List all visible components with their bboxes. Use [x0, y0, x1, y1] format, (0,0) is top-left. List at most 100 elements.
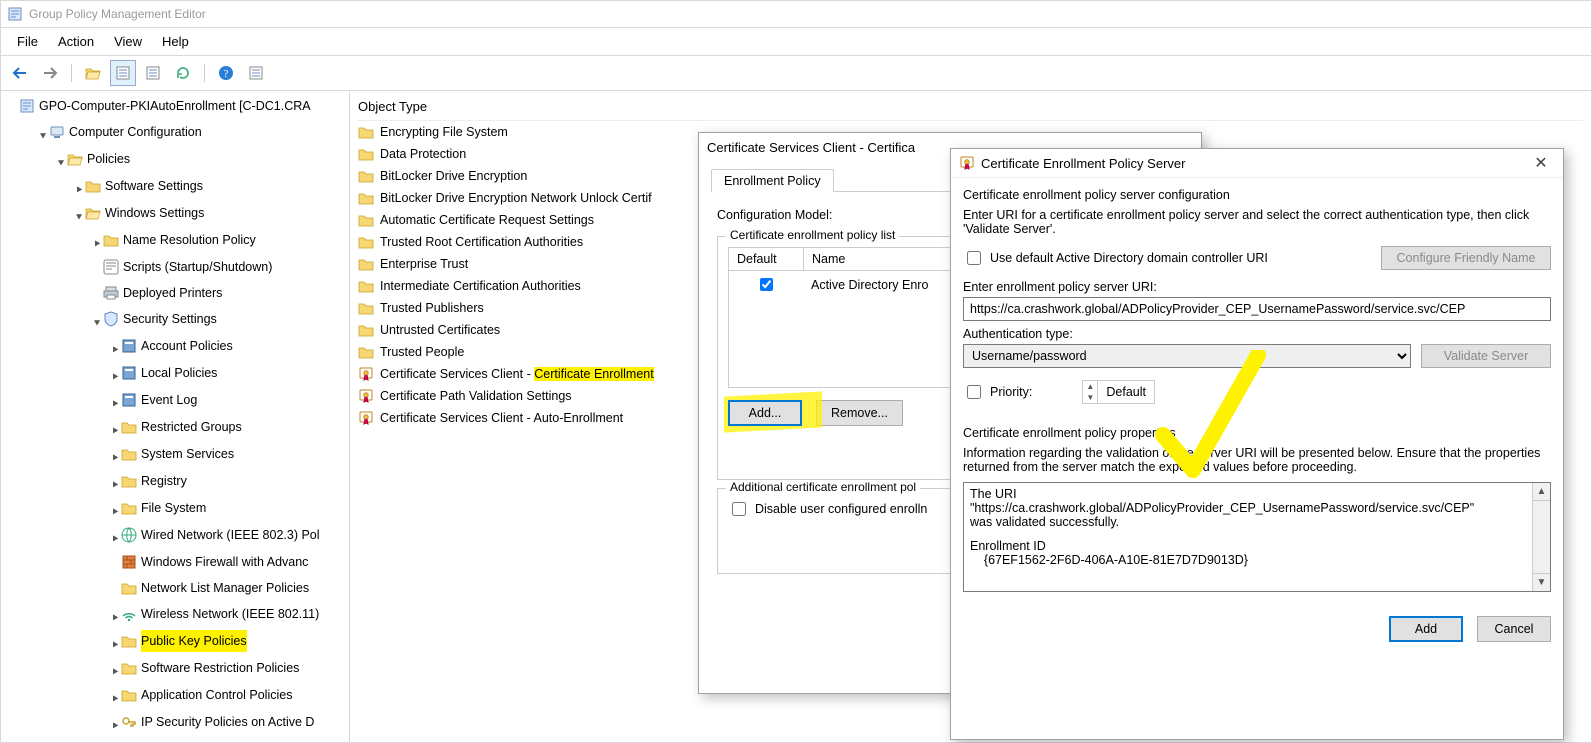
- config-instructions: Enter URI for a certificate enrollment p…: [963, 208, 1551, 236]
- spinner-down-icon[interactable]: ▼: [1083, 392, 1097, 403]
- tree-file-system[interactable]: File System: [121, 497, 206, 519]
- folder-icon: [358, 168, 374, 184]
- dialog-cert-enrollment-policy-server: Certificate Enrollment Policy Server ✕ C…: [950, 148, 1564, 740]
- configure-friendly-name-button[interactable]: Configure Friendly Name: [1381, 246, 1551, 270]
- expand-icon[interactable]: ⯆: [37, 126, 49, 148]
- cert-icon: [959, 155, 975, 171]
- scroll-up-icon[interactable]: ▲: [1533, 483, 1550, 501]
- auth-type-select[interactable]: Username/password: [963, 344, 1411, 368]
- tree-public-key-policies[interactable]: Public Key Policies: [121, 630, 247, 652]
- priority-spinner[interactable]: ▲▼ Default: [1082, 380, 1155, 404]
- uri-input[interactable]: [963, 297, 1551, 321]
- list-item-label: BitLocker Drive Encryption: [380, 169, 527, 183]
- tree-application-control[interactable]: Application Control Policies: [121, 684, 292, 706]
- list-item-label: Encrypting File System: [380, 125, 508, 139]
- validate-server-button[interactable]: Validate Server: [1421, 344, 1551, 368]
- expand-icon[interactable]: ⯈: [91, 234, 103, 256]
- tree-event-log[interactable]: Event Log: [121, 389, 197, 411]
- expand-icon[interactable]: ⯈: [109, 421, 121, 443]
- expand-icon[interactable]: ⯈: [109, 662, 121, 684]
- app-icon: [7, 6, 23, 22]
- show-hide-tree-button[interactable]: [110, 60, 136, 86]
- dialog-title-bar[interactable]: Certificate Enrollment Policy Server ✕: [951, 149, 1563, 178]
- scroll-down-icon[interactable]: ▼: [1533, 573, 1550, 591]
- expand-icon[interactable]: ⯈: [109, 529, 121, 551]
- tree-wired-network[interactable]: Wired Network (IEEE 802.3) Pol: [121, 524, 320, 546]
- properties-button[interactable]: [140, 60, 166, 86]
- forward-button[interactable]: [37, 60, 63, 86]
- tree-name-resolution[interactable]: Name Resolution Policy: [103, 229, 256, 251]
- tree-advanced-audit[interactable]: Advanced Audit Policy Config: [121, 738, 304, 742]
- col-default[interactable]: Default: [729, 248, 804, 270]
- config-header: Certificate enrollment policy server con…: [963, 188, 1551, 202]
- expand-icon[interactable]: ⯈: [109, 448, 121, 470]
- filter-button[interactable]: [243, 60, 269, 86]
- list-item-label: Trusted Root Certification Authorities: [380, 235, 583, 249]
- tab-enrollment-policy[interactable]: Enrollment Policy: [711, 169, 834, 192]
- tree-ip-security[interactable]: IP Security Policies on Active D: [121, 711, 314, 733]
- tree-restricted-groups[interactable]: Restricted Groups: [121, 416, 242, 438]
- menu-view[interactable]: View: [104, 30, 152, 53]
- tree-windows-firewall[interactable]: Windows Firewall with Advanc: [121, 551, 308, 573]
- tree-system-services[interactable]: System Services: [121, 443, 234, 465]
- spinner-up-icon[interactable]: ▲: [1083, 381, 1097, 392]
- expand-icon[interactable]: ⯈: [109, 394, 121, 416]
- cancel-button[interactable]: Cancel: [1477, 616, 1551, 642]
- back-button[interactable]: [7, 60, 33, 86]
- tree-registry[interactable]: Registry: [121, 470, 187, 492]
- help-button[interactable]: [213, 60, 239, 86]
- folder-icon: [358, 256, 374, 272]
- expand-icon[interactable]: ⯆: [91, 313, 103, 335]
- expand-icon[interactable]: ⯈: [109, 689, 121, 711]
- tree-wireless-network[interactable]: Wireless Network (IEEE 802.11): [121, 603, 319, 625]
- remove-button[interactable]: Remove...: [816, 400, 903, 426]
- folder-icon: [358, 300, 374, 316]
- priority-checkbox[interactable]: Priority:: [963, 382, 1032, 402]
- tree-account-policies[interactable]: Account Policies: [121, 335, 233, 357]
- row-default-checkbox[interactable]: [760, 278, 773, 291]
- expand-icon[interactable]: ⯈: [109, 502, 121, 524]
- expand-icon[interactable]: ⯈: [109, 367, 121, 389]
- menu-help[interactable]: Help: [152, 30, 199, 53]
- add-button[interactable]: Add: [1389, 616, 1463, 642]
- tree-software-restriction[interactable]: Software Restriction Policies: [121, 657, 299, 679]
- tree-windows-settings[interactable]: Windows Settings: [85, 202, 204, 224]
- close-icon[interactable]: ✕: [1527, 153, 1555, 173]
- folder-icon: [358, 322, 374, 338]
- list-item-label: Enterprise Trust: [380, 257, 468, 271]
- tree-computer-configuration[interactable]: Computer Configuration: [49, 121, 202, 143]
- list-item-label: Certificate Services Client - Auto-Enrol…: [380, 411, 623, 425]
- expand-icon[interactable]: ⯈: [109, 608, 121, 630]
- validation-result-box[interactable]: The URI "https://ca.crashwork.global/ADP…: [963, 482, 1551, 592]
- use-default-dc-checkbox[interactable]: Use default Active Directory domain cont…: [963, 248, 1268, 268]
- folder-icon: [358, 146, 374, 162]
- tree-policies[interactable]: Policies: [67, 148, 130, 170]
- expand-icon[interactable]: ⯈: [109, 340, 121, 362]
- expand-icon[interactable]: ⯈: [109, 635, 121, 657]
- expand-icon[interactable]: ⯈: [73, 180, 85, 202]
- expand-icon[interactable]: ⯈: [109, 716, 121, 738]
- expand-icon[interactable]: ⯆: [73, 207, 85, 229]
- tree-root[interactable]: GPO-Computer-PKIAutoEnrollment [C-DC1.CR…: [19, 95, 311, 117]
- tree-scripts[interactable]: Scripts (Startup/Shutdown): [103, 256, 272, 278]
- folder-icon: [358, 124, 374, 140]
- tree-pane[interactable]: GPO-Computer-PKIAutoEnrollment [C-DC1.CR…: [1, 91, 350, 742]
- menu-file[interactable]: File: [7, 30, 48, 53]
- expand-icon[interactable]: ⯈: [109, 475, 121, 497]
- refresh-button[interactable]: [170, 60, 196, 86]
- tree-security-settings[interactable]: Security Settings: [103, 308, 217, 330]
- tree-network-list[interactable]: Network List Manager Policies: [121, 577, 309, 599]
- tree-local-policies[interactable]: Local Policies: [121, 362, 217, 384]
- menu-action[interactable]: Action: [48, 30, 104, 53]
- tree-software-settings[interactable]: Software Settings: [85, 175, 203, 197]
- list-item-label: Data Protection: [380, 147, 466, 161]
- scrollbar[interactable]: ▲ ▼: [1532, 483, 1550, 591]
- folder-icon: [358, 212, 374, 228]
- up-folder-button[interactable]: [80, 60, 106, 86]
- expand-icon[interactable]: ⯆: [55, 153, 67, 175]
- add-button[interactable]: Add...: [728, 400, 802, 426]
- tree-deployed-printers[interactable]: Deployed Printers: [103, 282, 222, 304]
- group-legend-cert-list: Certificate enrollment policy list: [726, 228, 899, 242]
- list-column-header[interactable]: Object Type: [358, 95, 1583, 121]
- disable-user-configured-checkbox[interactable]: Disable user configured enrolln: [728, 499, 927, 519]
